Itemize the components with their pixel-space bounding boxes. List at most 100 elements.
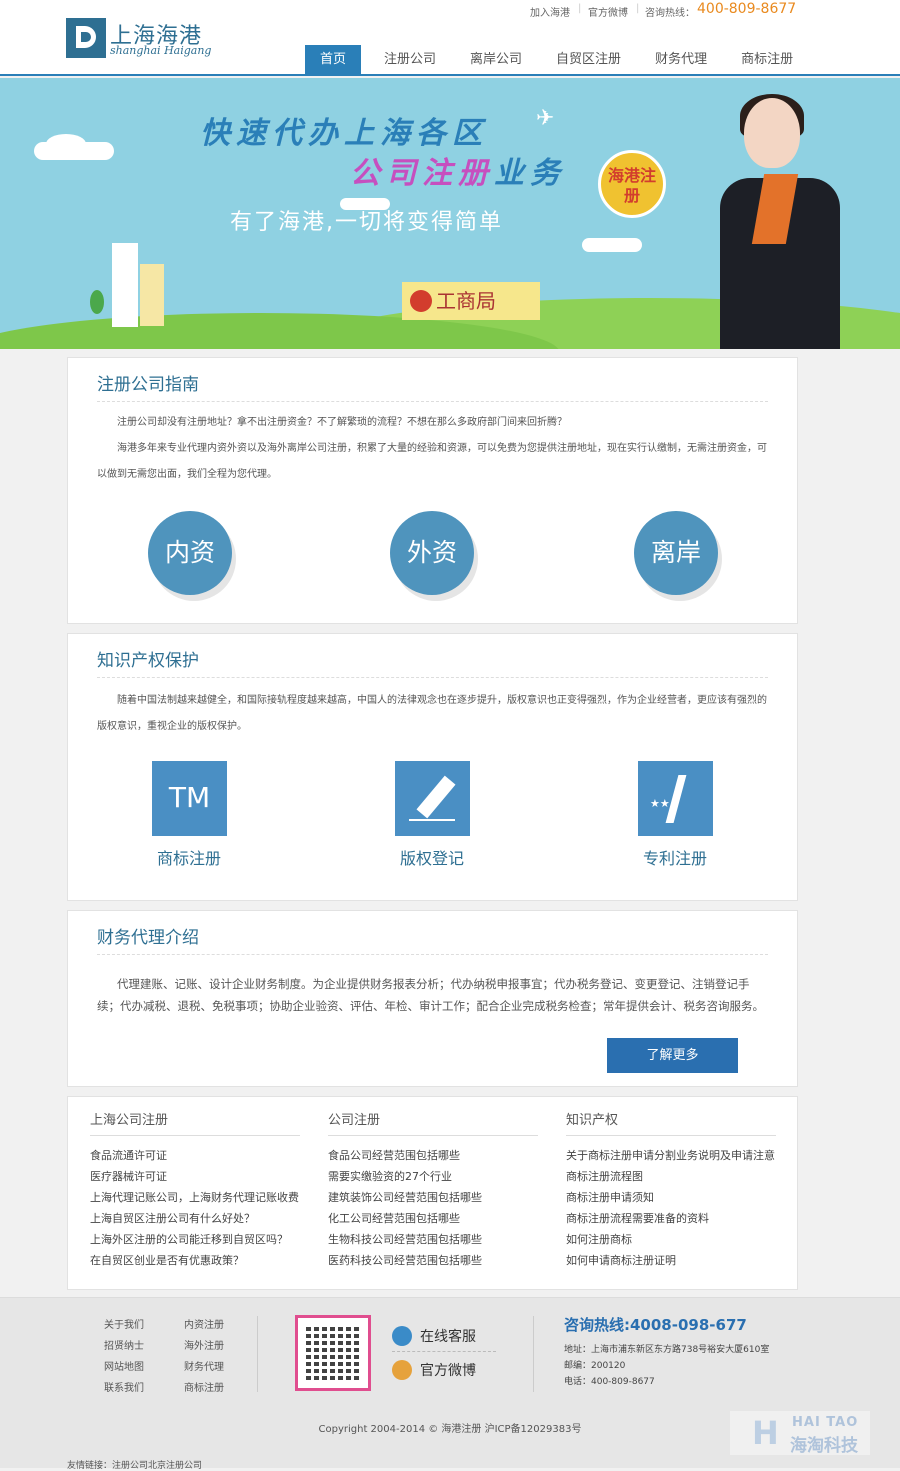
building-icon: [140, 264, 164, 326]
stars-icon: ★★: [650, 797, 670, 810]
banner-subtitle: 有了海港,一切将变得简单: [230, 210, 503, 235]
nav-ftz[interactable]: 自贸区注册: [545, 45, 632, 74]
cloud-icon: [582, 238, 642, 252]
footer-link[interactable]: 网站地图: [104, 1358, 184, 1373]
guide-paragraph-1: 注册公司却没有注册地址？拿不出注册资金？不了解繁琐的流程？不想在那么多政府部门间…: [117, 417, 567, 428]
pen-underline: [409, 819, 455, 821]
article-link[interactable]: 医药科技公司经营范围包括哪些: [328, 1250, 538, 1271]
footer-hotline: 咨询热线:4008-098-677: [564, 1316, 747, 1334]
logo-text-en: shanghai Haigang: [110, 44, 212, 57]
finance-section: 财务代理介绍 代理建账、记账、设计企业财务制度。为企业提供财务报表分析；代办纳税…: [67, 910, 798, 1087]
ip-text: 随着中国法制越来越健全，和国际接轨程度越来越高，中国人的法律观念也在逐步提升，版…: [97, 688, 768, 740]
watermark-en: HAI TAO: [792, 1415, 859, 1430]
footer-divider: [257, 1316, 258, 1392]
article-link[interactable]: 建筑装饰公司经营范围包括哪些: [328, 1187, 538, 1208]
guide-paragraph-2: 海港多年来专业代理内资外资以及海外离岸公司注册，积累了大量的经验和资源，可以免费…: [97, 443, 767, 480]
cloud-icon: [46, 134, 86, 154]
top-divider: |: [578, 3, 582, 14]
section-title: 财务代理介绍: [97, 928, 199, 948]
article-link[interactable]: 如何申请商标注册证明: [566, 1250, 776, 1271]
banner-title-highlight: 公司注册: [350, 156, 494, 191]
article-link[interactable]: 化工公司经营范围包括哪些: [328, 1208, 538, 1229]
watermark-cn: 海淘科技: [790, 1436, 858, 1456]
column-title: 公司注册: [328, 1109, 538, 1136]
nav-finance[interactable]: 财务代理: [644, 45, 718, 74]
tree-icon: [90, 290, 104, 314]
column-title: 上海公司注册: [90, 1109, 300, 1136]
building-icon: [112, 243, 138, 327]
footer-dashed-divider: [392, 1351, 496, 1352]
guide-section: 注册公司指南 注册公司却没有注册地址？拿不出注册资金？不了解繁琐的流程？不想在那…: [67, 357, 798, 624]
section-title: 知识产权保护: [97, 651, 199, 671]
receptionist-image: [700, 94, 840, 349]
section-divider: [97, 401, 768, 402]
phone: 电话：400-809-8677: [564, 1377, 655, 1387]
hero-banner[interactable]: ✈ 快速代办上海各区 公司注册业务 有了海港,一切将变得简单 工商局 海港注册: [0, 78, 900, 349]
footer-link[interactable]: 关于我们: [104, 1316, 184, 1331]
article-links-section: 上海公司注册 食品流通许可证 医疗器械许可证 上海代理记账公司，上海财务代理记账…: [67, 1096, 798, 1290]
airplane-icon: ✈: [536, 106, 555, 131]
article-link[interactable]: 生物科技公司经营范围包括哪些: [328, 1229, 538, 1250]
article-link[interactable]: 食品公司经营范围包括哪些: [328, 1145, 538, 1166]
footer-link[interactable]: 招贤纳士: [104, 1337, 184, 1352]
footer-divider: [533, 1316, 534, 1392]
article-link[interactable]: 在自贸区创业是否有优惠政策？: [90, 1250, 300, 1271]
footer-link[interactable]: 商标注册: [184, 1379, 264, 1394]
links-column-ip: 知识产权 关于商标注册申请分割业务说明及申请注意 商标注册流程图 商标注册申请须…: [566, 1109, 776, 1271]
site-header: 上海海港 shanghai Haigang 加入海港 | 官方微博 | 咨询热线…: [0, 0, 900, 76]
site-footer: 关于我们 内资注册 招贤纳士 海外注册 网站地图 财务代理 联系我们 商标注册 …: [0, 1297, 900, 1471]
column-title: 知识产权: [566, 1109, 776, 1136]
footer-link[interactable]: 联系我们: [104, 1379, 184, 1394]
patent-label[interactable]: 专利注册: [620, 845, 730, 869]
article-link[interactable]: 上海自贸区注册公司有什么好处？: [90, 1208, 300, 1229]
article-link[interactable]: 商标注册流程需要准备的资料: [566, 1208, 776, 1229]
offshore-button[interactable]: 离岸: [634, 511, 718, 595]
article-link[interactable]: 医疗器械许可证: [90, 1166, 300, 1187]
foreign-capital-button[interactable]: 外资: [390, 511, 474, 595]
copyright-pen-icon[interactable]: [395, 761, 470, 836]
qq-icon: [392, 1326, 412, 1346]
postcode: 邮编：200120: [564, 1361, 626, 1371]
ip-section: 知识产权保护 随着中国法制越来越健全，和国际接轨程度越来越高，中国人的法律观念也…: [67, 633, 798, 901]
domestic-capital-button[interactable]: 内资: [148, 511, 232, 595]
article-link[interactable]: 如何注册商标: [566, 1229, 776, 1250]
guide-text: 注册公司却没有注册地址？拿不出注册资金？不了解繁琐的流程？不想在那么多政府部门间…: [97, 410, 768, 488]
haigang-badge: 海港注册: [598, 150, 666, 218]
top-link-join[interactable]: 加入海港: [530, 4, 570, 19]
nav-home[interactable]: 首页: [305, 45, 362, 74]
top-link-weibo[interactable]: 官方微博: [588, 4, 628, 19]
weibo-link[interactable]: 官方微博: [392, 1360, 476, 1380]
trademark-label[interactable]: 商标注册: [134, 845, 244, 869]
nav-company-registration[interactable]: 注册公司: [373, 45, 447, 74]
online-service-link[interactable]: 在线客服: [392, 1326, 476, 1346]
article-link[interactable]: 商标注册流程图: [566, 1166, 776, 1187]
article-link[interactable]: 需要实缴验资的27个行业: [328, 1166, 538, 1187]
article-link[interactable]: 关于商标注册申请分割业务说明及申请注意: [566, 1145, 776, 1166]
footer-links: 关于我们 内资注册 招贤纳士 海外注册 网站地图 财务代理 联系我们 商标注册: [104, 1316, 264, 1394]
footer-link[interactable]: 财务代理: [184, 1358, 264, 1373]
article-link[interactable]: 上海外区注册的公司能迁移到自贸区吗？: [90, 1229, 300, 1250]
haitao-logo-icon: H: [752, 1414, 779, 1452]
copyright-label[interactable]: 版权登记: [377, 845, 487, 869]
hotline-number: 400-809-8677: [697, 1, 797, 17]
haitao-watermark: H HAI TAO 海淘科技: [730, 1411, 870, 1456]
trademark-icon[interactable]: TM: [152, 761, 227, 836]
hotline-label: 咨询热线：: [645, 8, 695, 19]
nav-trademark[interactable]: 商标注册: [730, 45, 804, 74]
footer-link[interactable]: 海外注册: [184, 1337, 264, 1352]
friend-links[interactable]: 友情链接：注册公司北京注册公司: [67, 1458, 202, 1471]
patent-icon[interactable]: ★★: [638, 761, 713, 836]
nav-offshore[interactable]: 离岸公司: [459, 45, 533, 74]
site-logo[interactable]: 上海海港 shanghai Haigang: [66, 18, 216, 60]
banner-title-line2: 公司注册业务: [350, 148, 566, 192]
weibo-label: 官方微博: [420, 1363, 476, 1379]
banner-title-rest: 业务: [494, 156, 566, 191]
footer-link[interactable]: 内资注册: [184, 1316, 264, 1331]
section-divider: [97, 954, 768, 955]
learn-more-button[interactable]: 了解更多: [607, 1038, 738, 1073]
article-link[interactable]: 商标注册申请须知: [566, 1187, 776, 1208]
qr-code-icon: [295, 1315, 371, 1391]
finance-paragraph: 代理建账、记账、设计企业财务制度。为企业提供财务报表分析；代办纳税申报事宜；代办…: [97, 977, 764, 1013]
article-link[interactable]: 上海代理记账公司，上海财务代理记账收费: [90, 1187, 300, 1208]
article-link[interactable]: 食品流通许可证: [90, 1145, 300, 1166]
